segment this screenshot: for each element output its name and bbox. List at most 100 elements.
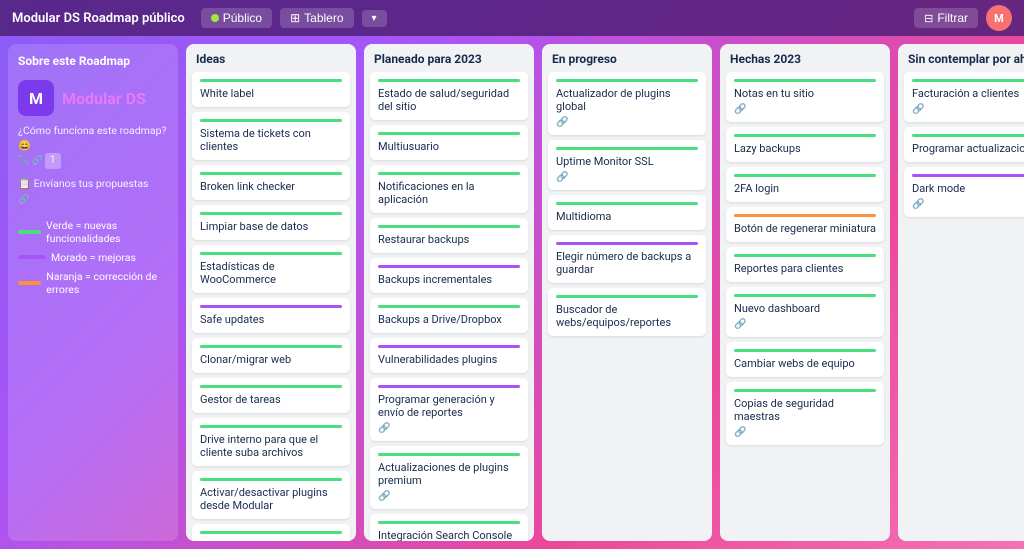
list-item[interactable]: Elegir número de backups a guardar — [548, 235, 706, 283]
logo-accent: DS — [126, 89, 146, 108]
card-bar — [734, 134, 876, 137]
list-item[interactable]: Vulnerabilidades plugins — [370, 338, 528, 373]
list-item[interactable]: Cambiar webs de equipo — [726, 342, 884, 377]
chevron-button[interactable]: ▾ — [362, 10, 387, 27]
card-bar — [200, 252, 342, 255]
list-item[interactable]: Programar generación y envío de reportes… — [370, 378, 528, 441]
legend-orange-text: Naranja = corrección de errores — [46, 270, 168, 296]
card-bar — [734, 214, 876, 217]
card-bar — [378, 132, 520, 135]
list-item[interactable]: Limpiar base de datos — [192, 205, 350, 240]
card-attachment-icon: 🔗 — [556, 117, 698, 128]
list-item[interactable]: Backups incrementales — [370, 258, 528, 293]
sidebar-header: Sobre este Roadmap — [18, 54, 168, 72]
card-bar — [378, 385, 520, 388]
card-bar — [378, 345, 520, 348]
list-item[interactable]: White label — [192, 72, 350, 107]
card-text: Drive interno para que el cliente suba a… — [200, 433, 318, 459]
list-item[interactable]: Sistema de tickets con clientes — [192, 112, 350, 160]
sidebar-description: ¿Cómo funciona este roadmap? 😄 📎 🔗 1 — [18, 124, 168, 169]
list-item[interactable]: Activar/desactivar plugins desde Modular — [192, 471, 350, 519]
card-bar — [556, 202, 698, 205]
list-item[interactable]: Clonar/migrar web — [192, 338, 350, 373]
filter-button[interactable]: ⊟ Filtrar — [914, 8, 978, 28]
card-text: Safe updates — [200, 313, 264, 326]
list-item[interactable]: Estado de salud/seguridad del sitio — [370, 72, 528, 120]
list-item[interactable]: Broken link checker — [192, 165, 350, 200]
list-item[interactable]: Lazy backups — [726, 127, 884, 162]
list-item[interactable]: Reportes para clientes — [726, 247, 884, 282]
list-item[interactable]: 2FA login — [726, 167, 884, 202]
sidebar-column: Sobre este Roadmap M Modular DS ¿Cómo fu… — [8, 44, 178, 541]
card-bar — [556, 79, 698, 82]
list-item[interactable]: Actualizaciones de plugins premium 🔗 — [370, 446, 528, 509]
list-item[interactable]: Restaurar backups — [370, 218, 528, 253]
list-item[interactable]: Uptime Monitor SSL🔗 — [548, 140, 706, 190]
list-item[interactable]: Notificaciones en la aplicación — [370, 165, 528, 213]
card-bar — [378, 172, 520, 175]
board-label: Tablero — [304, 11, 343, 25]
board-icon: ⊞ — [290, 11, 300, 25]
sidebar-proposals[interactable]: 📋 Envíanos tus propuestas 🔗 — [18, 177, 168, 206]
list-item[interactable]: Estadísticas de WooCommerce — [192, 245, 350, 293]
list-item[interactable]: Actualizador de plugins global🔗 — [548, 72, 706, 135]
column-sin-contemplar: Sin contemplar por ahoraFacturación a cl… — [898, 44, 1024, 541]
card-text: Copias de seguridad maestras — [734, 397, 834, 423]
list-item[interactable]: Integración Search Console — [370, 514, 528, 541]
legend-green-text: Verde = nuevas funcionalidades — [46, 219, 168, 245]
public-label: Público — [223, 11, 262, 25]
list-item[interactable]: Buscador de webs/equipos/reportes — [548, 288, 706, 336]
card-bar — [200, 119, 342, 122]
list-item[interactable]: Nuevo dashboard🔗 — [726, 287, 884, 337]
card-bar — [378, 265, 520, 268]
legend-purple-text: Morado = mejoras — [51, 251, 136, 264]
logo-main: Modular — [62, 89, 122, 108]
list-item[interactable]: Notas en tu sitio🔗 — [726, 72, 884, 122]
avatar[interactable]: M — [986, 5, 1012, 31]
list-item[interactable]: Gestor de tareas — [192, 378, 350, 413]
card-bar — [200, 79, 342, 82]
card-attachment-icon: 🔗 — [556, 172, 698, 183]
list-item[interactable]: Backups a Drive/Dropbox — [370, 298, 528, 333]
column-body-sin-contemplar: Facturación a clientes🔗 Programar actuali… — [898, 72, 1024, 541]
column-body-ideas: White label Sistema de tickets con client… — [186, 72, 356, 541]
column-body-planeado: Estado de salud/seguridad del sitio Multi… — [364, 72, 534, 541]
card-bar — [378, 521, 520, 524]
card-text: Backups a Drive/Dropbox — [378, 313, 502, 326]
list-item[interactable]: Multidioma — [548, 195, 706, 230]
card-text: Clonar/migrar web — [200, 353, 291, 366]
list-item[interactable]: Actividad de usuario — [192, 524, 350, 541]
card-text: Dark mode — [912, 182, 965, 195]
column-en-progreso: En progresoActualizador de plugins globa… — [542, 44, 712, 541]
badge-count: 1 — [45, 153, 61, 169]
card-text: Cambiar webs de equipo — [734, 357, 855, 370]
columns-container: IdeasWhite labelSistema de tickets con c… — [186, 44, 1024, 541]
column-header-sin-contemplar: Sin contemplar por ahora — [898, 44, 1024, 72]
purple-bar — [18, 255, 46, 259]
card-text: Actualizaciones de plugins premium — [378, 461, 509, 487]
list-item[interactable]: Multiusuario — [370, 125, 528, 160]
card-attachment-icon: 🔗 — [734, 427, 876, 438]
card-bar — [378, 305, 520, 308]
card-bar — [200, 531, 342, 534]
board-button[interactable]: ⊞ Tablero — [280, 8, 353, 28]
card-text: White label — [200, 87, 254, 100]
card-text: Vulnerabilidades plugins — [378, 353, 497, 366]
card-bar — [734, 349, 876, 352]
card-bar — [912, 79, 1024, 82]
card-bar — [200, 425, 342, 428]
list-item[interactable]: Facturación a clientes🔗 — [904, 72, 1024, 122]
card-bar — [734, 79, 876, 82]
card-text: Broken link checker — [200, 180, 295, 193]
public-button[interactable]: Público — [201, 8, 272, 28]
list-item[interactable]: Safe updates — [192, 298, 350, 333]
card-text: Activar/desactivar plugins desde Modular — [200, 486, 328, 512]
list-item[interactable]: Drive interno para que el cliente suba a… — [192, 418, 350, 466]
list-item[interactable]: Programar actualizaciones — [904, 127, 1024, 162]
list-item[interactable]: Dark mode🔗 — [904, 167, 1024, 217]
card-bar — [556, 242, 698, 245]
card-text: Estadísticas de WooCommerce — [200, 260, 276, 286]
list-item[interactable]: Botón de regenerar miniatura — [726, 207, 884, 242]
list-item[interactable]: Copias de seguridad maestras 🔗 — [726, 382, 884, 445]
card-attachment-icon: 🔗 — [378, 491, 520, 502]
